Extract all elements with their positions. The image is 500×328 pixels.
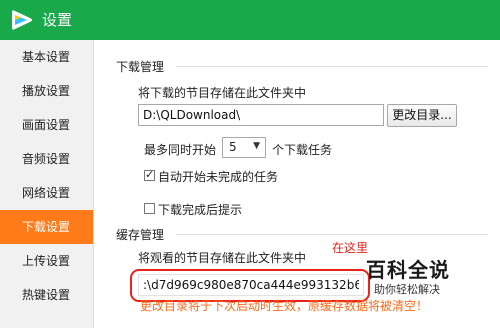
annotation-text: 在这里 [332, 241, 369, 255]
checkmark-icon: ✓ [145, 168, 155, 181]
cache-section-title: 缓存管理 [116, 228, 165, 242]
sidebar-item-playback[interactable]: 播放设置 [0, 74, 93, 108]
watermark-logo: 百科全说 助你轻松解决 [364, 254, 456, 298]
chevron-down-icon: ▼ [253, 141, 260, 151]
sidebar-item-audio[interactable]: 音频设置 [0, 142, 93, 176]
divider [176, 66, 488, 67]
auto-start-checkbox[interactable]: ✓ [144, 168, 155, 181]
notify-checkbox[interactable] [144, 203, 155, 214]
download-section-title: 下载管理 [116, 60, 165, 74]
watermark-title: 百科全说 [366, 258, 450, 282]
sidebar-item-basic[interactable]: 基本设置 [0, 40, 93, 74]
divider [176, 234, 488, 235]
watermark-subtitle: 助你轻松解决 [374, 283, 440, 296]
sidebar-item-hotkeys[interactable]: 热键设置 [0, 278, 93, 312]
cache-path-input[interactable] [138, 274, 364, 296]
window-title: 设置 [42, 11, 73, 29]
title-bar: 设置 [0, 0, 500, 40]
download-path-input[interactable] [138, 104, 384, 126]
max-tasks-suffix: 个下载任务 [272, 143, 333, 157]
download-change-dir-button[interactable]: 更改目录... [387, 104, 457, 127]
cache-warning: 更改目录将于下次启动时生效，原缓存数据将被清空！ [140, 299, 429, 313]
sidebar: 基本设置 播放设置 画面设置 音频设置 网络设置 下载设置 上传设置 热键设置 [0, 40, 94, 328]
cache-folder-label: 将观看的节目存储在此文件夹中 [138, 251, 307, 265]
auto-start-label: 自动开始未完成的任务 [158, 170, 279, 184]
notify-label: 下载完成后提示 [158, 203, 243, 217]
sidebar-item-download[interactable]: 下载设置 [0, 210, 93, 244]
max-tasks-value: 5 [229, 140, 237, 154]
max-tasks-prefix: 最多同时开始 [144, 143, 217, 157]
sidebar-item-upload[interactable]: 上传设置 [0, 244, 93, 278]
sidebar-item-picture[interactable]: 画面设置 [0, 108, 93, 142]
sidebar-item-network[interactable]: 网络设置 [0, 176, 93, 210]
max-tasks-select[interactable]: 5 ▼ [222, 137, 266, 158]
download-folder-label: 将下载的节目存储在此文件夹中 [138, 86, 307, 100]
app-logo-icon [12, 10, 32, 30]
